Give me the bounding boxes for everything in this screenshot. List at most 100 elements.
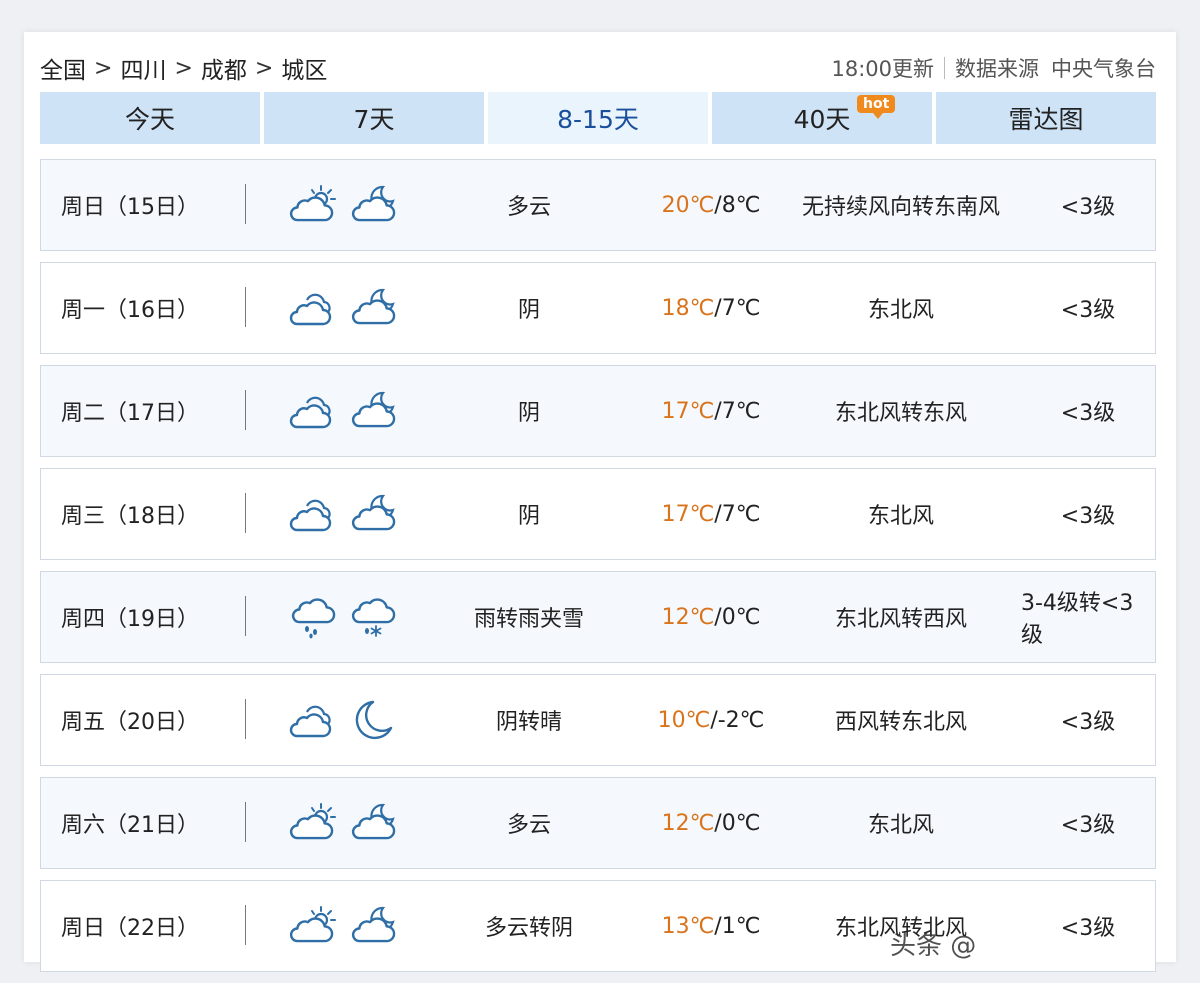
forecast-row: 周日（22日） 多云转阴 13℃/1℃ 东北风转北风 <3级 xyxy=(40,880,1156,972)
source-label: 数据来源 xyxy=(955,57,1039,81)
tab-8-15-days[interactable]: 8-15天 xyxy=(488,92,708,144)
temp-high: 17℃ xyxy=(661,398,715,424)
temp-high: 12℃ xyxy=(661,810,715,836)
partly-cloudy-night-icon xyxy=(347,881,399,971)
forecast-row: 周六（21日） 多云 12℃/0℃ 东北风 <3级 xyxy=(40,777,1156,869)
breadcrumb-province[interactable]: 四川 xyxy=(120,51,166,85)
breadcrumb-city[interactable]: 成都 xyxy=(201,51,247,85)
crescent-moon-icon xyxy=(347,675,399,765)
wind-direction: 无持续风向转东南风 xyxy=(801,195,1000,220)
temp-low: /0℃ xyxy=(714,810,761,836)
breadcrumb: 全国 > 四川 > 成都 > 城区 xyxy=(40,51,327,85)
forecast-date: 周六（21日） xyxy=(61,813,199,838)
forecast-tabs: 今天 7天 8-15天 40天 hot 雷达图 xyxy=(40,92,1156,144)
forecast-date: 周三（18日） xyxy=(61,504,199,529)
forecast-date: 周二（17日） xyxy=(61,401,199,426)
tab-radar[interactable]: 雷达图 xyxy=(936,92,1156,144)
weather-description: 多云 xyxy=(506,195,551,220)
temp-low: /7℃ xyxy=(714,501,761,527)
weather-description: 阴转晴 xyxy=(495,710,562,735)
temp-low: /0℃ xyxy=(714,604,761,630)
weather-description: 多云 xyxy=(506,813,551,838)
overcast-icon xyxy=(287,675,339,765)
wind-level: <3级 xyxy=(1060,916,1116,941)
temperature-range: 18℃/7℃ xyxy=(641,263,781,353)
forecast-list: 周日（15日） 多云 20℃/8℃ 无持续风向转东南风 <3级 周一（16日） xyxy=(40,159,1156,983)
weather-description: 阴 xyxy=(517,298,540,323)
temp-low: /8℃ xyxy=(714,192,761,218)
source-name: 中央气象台 xyxy=(1051,57,1156,81)
forecast-row: 周日（15日） 多云 20℃/8℃ 无持续风向转东南风 <3级 xyxy=(40,159,1156,251)
weather-description: 阴 xyxy=(517,401,540,426)
overcast-icon xyxy=(287,469,339,559)
wind-level: <3级 xyxy=(1060,195,1116,220)
divider xyxy=(245,596,246,636)
overcast-icon xyxy=(287,263,339,353)
tab-today[interactable]: 今天 xyxy=(40,92,260,144)
forecast-row: 周三（18日） 阴 17℃/7℃ 东北风 <3级 xyxy=(40,468,1156,560)
temperature-range: 12℃/0℃ xyxy=(641,778,781,868)
update-time: 18:00更新 xyxy=(831,57,934,81)
breadcrumb-separator: > xyxy=(174,55,193,81)
partly-cloudy-night-icon xyxy=(347,366,399,456)
temp-low: /7℃ xyxy=(714,295,761,321)
temp-high: 18℃ xyxy=(661,295,715,321)
divider xyxy=(245,493,246,533)
temp-low: /-2℃ xyxy=(710,707,765,733)
temp-low: /1℃ xyxy=(714,913,761,939)
breadcrumb-separator: > xyxy=(94,55,113,81)
temp-high: 17℃ xyxy=(661,501,715,527)
divider xyxy=(245,905,246,945)
sleet-icon xyxy=(347,572,399,662)
forecast-date: 周一（16日） xyxy=(61,298,199,323)
divider xyxy=(245,184,246,224)
wind-direction: 东北风 xyxy=(867,298,934,323)
divider xyxy=(245,390,246,430)
wind-level: <3级 xyxy=(1060,401,1116,426)
wind-direction: 东北风 xyxy=(867,813,934,838)
wind-direction: 东北风 xyxy=(867,504,934,529)
temperature-range: 10℃/-2℃ xyxy=(641,675,781,765)
temperature-range: 17℃/7℃ xyxy=(641,366,781,456)
overcast-icon xyxy=(287,366,339,456)
breadcrumb-country[interactable]: 全国 xyxy=(40,51,86,85)
wind-level: <3级 xyxy=(1060,298,1116,323)
temp-low: /7℃ xyxy=(714,398,761,424)
temp-high: 20℃ xyxy=(661,192,715,218)
tab-40-days[interactable]: 40天 hot xyxy=(712,92,932,144)
tab-label: 40天 xyxy=(793,105,851,134)
tab-label: 雷达图 xyxy=(1008,105,1084,134)
divider xyxy=(944,57,945,79)
tab-label: 8-15天 xyxy=(557,105,639,134)
wind-level: <3级 xyxy=(1060,710,1116,735)
hot-badge: hot xyxy=(857,95,896,119)
temperature-range: 13℃/1℃ xyxy=(641,881,781,971)
partly-cloudy-night-icon xyxy=(347,778,399,868)
tab-7-days[interactable]: 7天 xyxy=(264,92,484,144)
forecast-row: 周二（17日） 阴 17℃/7℃ 东北风转东风 <3级 xyxy=(40,365,1156,457)
tab-label: 7天 xyxy=(353,105,395,134)
update-info: 18:00更新 数据来源 中央气象台 xyxy=(831,53,1156,83)
wind-direction: 东北风转东风 xyxy=(834,401,967,426)
breadcrumb-district: 城区 xyxy=(281,58,328,84)
weather-description: 阴 xyxy=(517,504,540,529)
temp-high: 13℃ xyxy=(661,913,715,939)
partly-cloudy-night-icon xyxy=(347,469,399,559)
partly-cloudy-day-icon xyxy=(287,778,339,868)
partly-cloudy-day-icon xyxy=(287,881,339,971)
top-bar: 全国 > 四川 > 成都 > 城区 18:00更新 数据来源 中央气象台 xyxy=(40,51,1156,85)
partly-cloudy-night-icon xyxy=(347,263,399,353)
wind-level: <3级 xyxy=(1060,504,1116,529)
forecast-row: 周一（16日） 阴 18℃/7℃ 东北风 <3级 xyxy=(40,262,1156,354)
wind-level: 3-4级转<3级 xyxy=(1021,591,1134,648)
forecast-date: 周日（15日） xyxy=(61,195,199,220)
forecast-date: 周四（19日） xyxy=(61,607,199,632)
forecast-row: 周五（20日） 阴转晴 10℃/-2℃ 西风转东北风 <3级 xyxy=(40,674,1156,766)
weather-description: 多云转阴 xyxy=(484,916,573,941)
tab-label: 今天 xyxy=(124,105,175,134)
temperature-range: 20℃/8℃ xyxy=(641,160,781,250)
temp-high: 12℃ xyxy=(661,604,715,630)
forecast-row: 周四（19日） 雨转雨夹雪 12℃/0℃ 东北风转西风 3-4级转<3级 xyxy=(40,571,1156,663)
temperature-range: 17℃/7℃ xyxy=(641,469,781,559)
divider xyxy=(245,699,246,739)
